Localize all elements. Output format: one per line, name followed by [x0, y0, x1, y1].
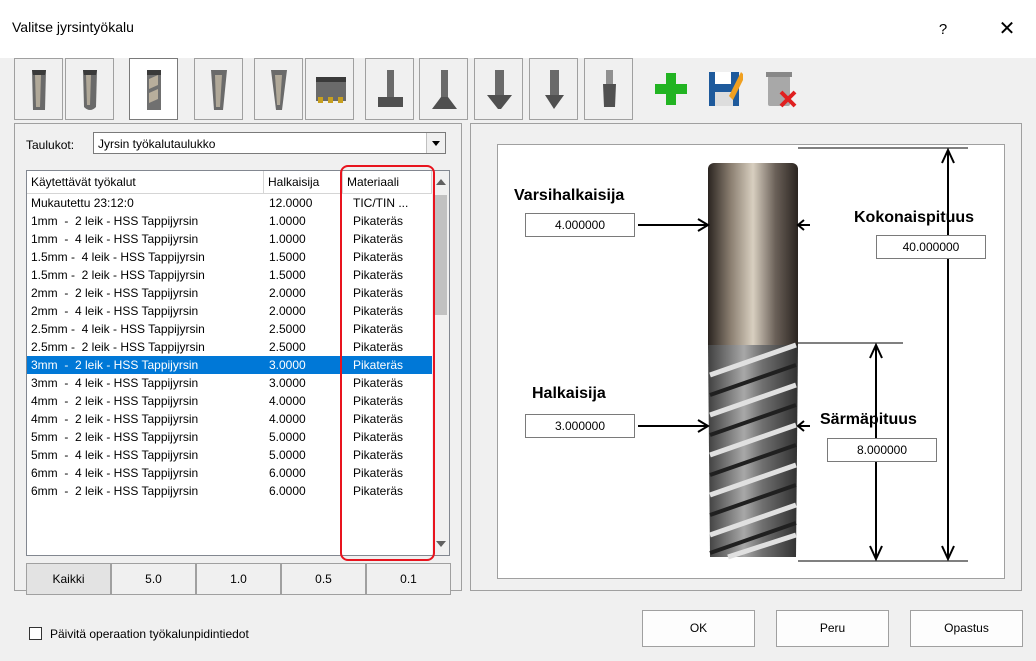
table-cell-name: 4mm - 2 leik - HSS Tappijyrsin: [31, 412, 199, 426]
tables-dropdown-value: Jyrsin työkalutaulukko: [98, 137, 216, 151]
tool-type-chamfer[interactable]: [474, 58, 523, 120]
table-cell-dia: 2.0000: [269, 304, 306, 318]
tool-type-endmill[interactable]: [129, 58, 178, 120]
bull-endmill-icon: [211, 70, 227, 110]
chevron-down-icon[interactable]: [426, 133, 445, 153]
table-cell-name: 2.5mm - 2 leik - HSS Tappijyrsin: [31, 340, 205, 354]
chamfer-mill-icon: [487, 70, 512, 109]
table-cell-name: 1.5mm - 4 leik - HSS Tappijyrsin: [31, 250, 205, 264]
filter-5-button[interactable]: 5.0: [111, 563, 196, 595]
table-cell-dia: 4.0000: [269, 412, 306, 426]
table-cell-dia: 5.0000: [269, 448, 306, 462]
help-button[interactable]: Opastus: [910, 610, 1023, 647]
table-cell-name: 3mm - 2 leik - HSS Tappijyrsin: [31, 358, 199, 372]
table-cell-dia: 6.0000: [269, 466, 306, 480]
face-mill-icon: [316, 77, 346, 103]
table-cell-name: 1mm - 2 leik - HSS Tappijyrsin: [31, 214, 199, 228]
add-tool-button[interactable]: [646, 58, 695, 120]
total-length-label: Kokonaispituus: [854, 209, 975, 226]
tool-drawing: Varsihalkaisija 4.000000 Kokonaispituus …: [497, 144, 1005, 579]
table-cell-name: 3mm - 4 leik - HSS Tappijyrsin: [31, 376, 199, 390]
table-cell-name: 2.5mm - 4 leik - HSS Tappijyrsin: [31, 322, 205, 336]
table-cell-dia: 3.0000: [269, 376, 306, 390]
dovetail-icon: [432, 70, 457, 109]
table-cell-name: 2mm - 2 leik - HSS Tappijyrsin: [31, 286, 199, 300]
tool-type-toolbar: [14, 58, 814, 124]
tool-type-spotdrill[interactable]: [584, 58, 633, 120]
table-cell-name: 4mm - 2 leik - HSS Tappijyrsin: [31, 394, 199, 408]
filter-1-button[interactable]: 1.0: [196, 563, 281, 595]
tapered-endmill-icon: [271, 70, 287, 110]
table-cell-name: 6mm - 2 leik - HSS Tappijyrsin: [31, 484, 199, 498]
table-cell-dia: 6.0000: [269, 484, 306, 498]
diameter-field[interactable]: 3.000000: [525, 414, 635, 438]
delete-tool-icon: [766, 72, 797, 108]
drill-icon: [545, 70, 564, 109]
table-cell-dia: 1.0000: [269, 214, 306, 228]
tool-type-ball[interactable]: [65, 58, 114, 120]
filter-01-button[interactable]: 0.1: [366, 563, 451, 595]
cancel-button[interactable]: Peru: [776, 610, 889, 647]
t-slot-icon: [378, 70, 403, 107]
scroll-down-icon[interactable]: [436, 541, 446, 547]
total-length-field[interactable]: 40.000000: [876, 235, 986, 259]
tool-type-bull[interactable]: [194, 58, 243, 120]
table-cell-name: 6mm - 4 leik - HSS Tappijyrsin: [31, 466, 199, 480]
column-header-diameter[interactable]: Halkaisija: [264, 171, 343, 193]
scroll-thumb[interactable]: [434, 195, 447, 315]
delete-tool-button[interactable]: [754, 58, 803, 120]
help-title-button[interactable]: ?: [928, 16, 958, 44]
filter-05-button[interactable]: 0.5: [281, 563, 366, 595]
save-tool-icon: [709, 72, 743, 106]
table-cell-dia: 1.5000: [269, 250, 306, 264]
table-cell-dia: 1.0000: [269, 232, 306, 246]
table-cell-name: 5mm - 4 leik - HSS Tappijyrsin: [31, 448, 199, 462]
table-cell-dia: 1.5000: [269, 268, 306, 282]
table-cell-name: 2mm - 4 leik - HSS Tappijyrsin: [31, 304, 199, 318]
table-cell-name: Mukautettu 23:12:0: [31, 196, 134, 210]
ball-endmill-icon: [83, 70, 97, 110]
title-bar: [0, 0, 1036, 58]
tool-type-facemill[interactable]: [305, 58, 354, 120]
close-button[interactable]: ✕: [990, 14, 1024, 44]
tool-type-flat[interactable]: [14, 58, 63, 120]
add-tool-icon: [655, 73, 687, 105]
table-cell-dia: 5.0000: [269, 430, 306, 444]
flute-length-label: Särmäpituus: [820, 411, 917, 428]
table-cell-name: 5mm - 2 leik - HSS Tappijyrsin: [31, 430, 199, 444]
table-cell-dia: 3.0000: [269, 358, 306, 372]
spot-drill-icon: [603, 70, 616, 107]
filter-all-button[interactable]: Kaikki: [26, 563, 111, 595]
table-cell-dia: 12.0000: [269, 196, 313, 210]
endmill-icon: [147, 70, 161, 110]
shank-diameter-label: Varsihalkaisija: [514, 187, 625, 204]
table-cell-name: 1.5mm - 2 leik - HSS Tappijyrsin: [31, 268, 205, 282]
material-column-highlight: [340, 165, 435, 561]
diameter-label: Halkaisija: [532, 385, 606, 402]
update-holder-label: Päivitä operaation työkalunpidintiedot: [50, 627, 249, 641]
tool-type-dovetail[interactable]: [419, 58, 468, 120]
save-tool-button[interactable]: [699, 58, 748, 120]
window-title: Valitse jyrsintyökalu: [12, 19, 134, 35]
tool-shank: [708, 163, 798, 353]
shank-diameter-field[interactable]: 4.000000: [525, 213, 635, 237]
table-cell-dia: 4.0000: [269, 394, 306, 408]
table-cell-dia: 2.5000: [269, 340, 306, 354]
tool-type-tslot[interactable]: [365, 58, 414, 120]
tool-type-drill[interactable]: [529, 58, 578, 120]
ok-button[interactable]: OK: [642, 610, 755, 647]
flute-length-field[interactable]: 8.000000: [827, 438, 937, 462]
table-cell-name: 1mm - 4 leik - HSS Tappijyrsin: [31, 232, 199, 246]
tool-type-tapered[interactable]: [254, 58, 303, 120]
flat-endmill-icon: [32, 70, 46, 110]
tables-dropdown[interactable]: Jyrsin työkalutaulukko: [93, 132, 446, 154]
tables-label: Taulukot:: [26, 138, 75, 152]
update-holder-checkbox[interactable]: [29, 627, 42, 640]
column-header-tools[interactable]: Käytettävät työkalut: [27, 171, 264, 193]
table-cell-dia: 2.5000: [269, 322, 306, 336]
table-cell-dia: 2.0000: [269, 286, 306, 300]
scroll-up-icon[interactable]: [436, 179, 446, 185]
